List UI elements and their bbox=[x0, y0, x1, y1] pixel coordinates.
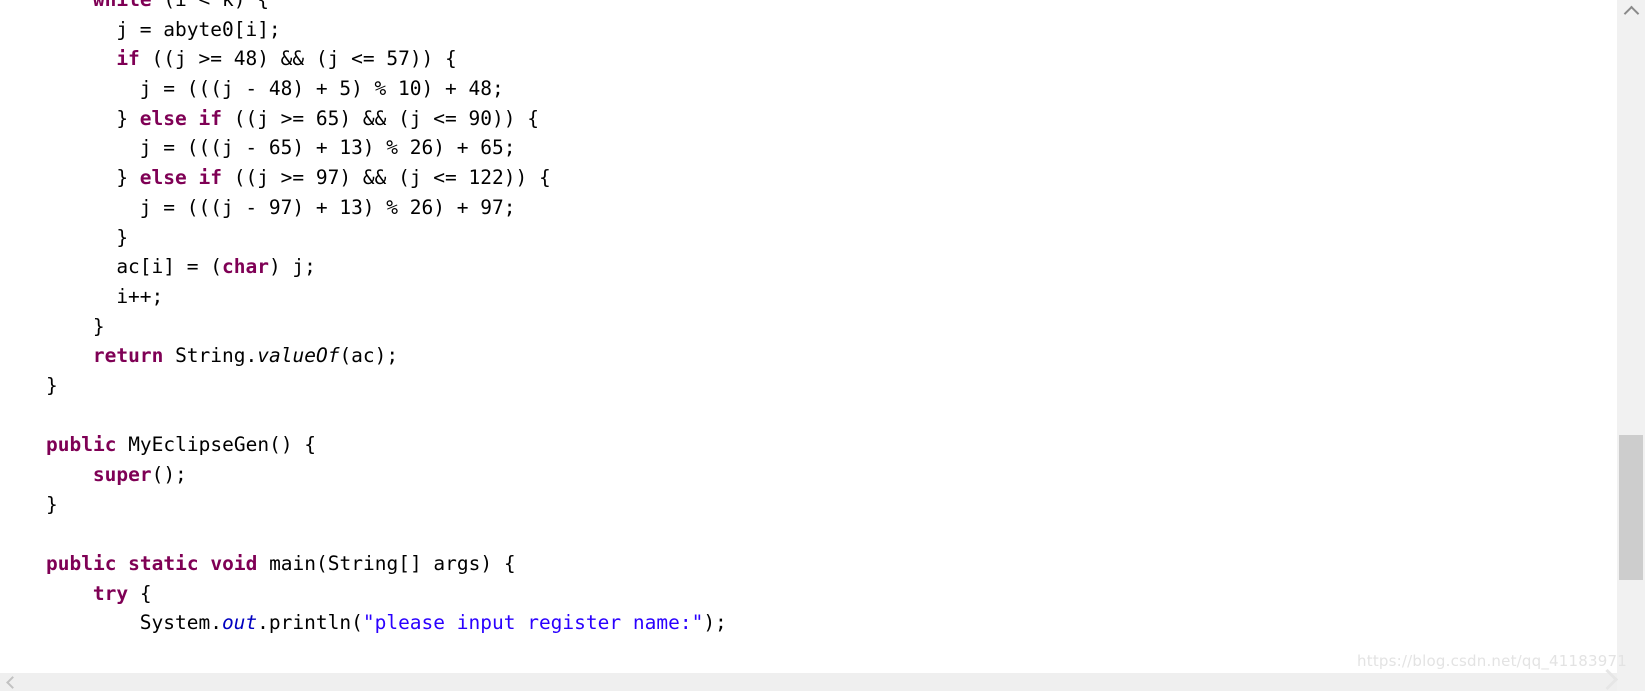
code-line[interactable]: j = (((j - 65) + 13) % 26) + 65; bbox=[0, 133, 727, 163]
screenshot-viewport: while (i < k) { j = abyte0[i]; if ((j >= 4… bbox=[0, 0, 1645, 691]
code-token: j = (((j - 48) + 5) % 10) + 48; bbox=[139, 77, 504, 101]
vertical-scrollbar-thumb[interactable] bbox=[1619, 435, 1643, 580]
code-token: else if bbox=[139, 166, 222, 190]
code-line[interactable]: j = (((j - 48) + 5) % 10) + 48; bbox=[0, 74, 727, 104]
code-token: } bbox=[116, 106, 140, 130]
code-token: public static void bbox=[46, 552, 258, 576]
code-token: i++; bbox=[116, 284, 164, 308]
code-token: ac[i] = ( bbox=[116, 255, 222, 279]
code-line[interactable]: while (i < k) { bbox=[0, 0, 727, 15]
code-token: return bbox=[92, 344, 164, 368]
code-token: ((j >= 65) && (j <= 90)) { bbox=[221, 106, 539, 130]
code-token: j = (((j - 65) + 13) % 26) + 65; bbox=[139, 136, 516, 160]
code-lines-container: while (i < k) { j = abyte0[i]; if ((j >= 4… bbox=[0, 0, 727, 638]
code-token: "please input register name:" bbox=[362, 611, 704, 635]
code-token: char bbox=[221, 255, 269, 279]
code-token: } bbox=[92, 314, 105, 338]
code-token: (ac); bbox=[339, 344, 399, 368]
code-token: } bbox=[116, 166, 140, 190]
code-line[interactable]: i++; bbox=[0, 282, 727, 312]
code-token: .println( bbox=[257, 611, 363, 635]
scroll-up-button[interactable] bbox=[1617, 0, 1645, 22]
code-line[interactable]: ac[i] = (char) j; bbox=[0, 252, 727, 282]
code-line[interactable]: public MyEclipseGen() { bbox=[0, 430, 727, 460]
chevron-left-icon bbox=[6, 675, 19, 689]
code-token: ((j >= 97) && (j <= 122)) { bbox=[221, 166, 551, 190]
code-token: j = (((j - 97) + 13) % 26) + 97; bbox=[139, 195, 516, 219]
code-token: ((j >= 48) && (j <= 57)) { bbox=[139, 47, 457, 71]
code-token: main(String[] args) { bbox=[257, 552, 516, 576]
code-line[interactable]: } else if ((j >= 97) && (j <= 122)) { bbox=[0, 163, 727, 193]
code-token: (); bbox=[151, 463, 187, 486]
code-line[interactable] bbox=[0, 401, 727, 431]
code-editor-area[interactable]: while (i < k) { j = abyte0[i]; if ((j >= 4… bbox=[0, 0, 1617, 673]
code-line[interactable]: j = (((j - 97) + 13) % 26) + 97; bbox=[0, 193, 727, 223]
code-token: } bbox=[116, 225, 129, 249]
code-token: } bbox=[46, 373, 58, 397]
code-line[interactable]: return String.valueOf(ac); bbox=[0, 341, 727, 371]
code-line[interactable]: try { bbox=[0, 579, 727, 609]
code-line[interactable] bbox=[0, 519, 727, 549]
code-token: (i < k) { bbox=[152, 0, 269, 11]
horizontal-scrollbar[interactable] bbox=[0, 673, 1617, 691]
code-line[interactable]: } bbox=[0, 371, 727, 401]
code-token: else if bbox=[139, 106, 222, 130]
code-line[interactable]: j = abyte0[i]; bbox=[0, 15, 727, 45]
code-line[interactable]: super(); bbox=[0, 460, 727, 490]
code-token: } bbox=[46, 492, 58, 516]
code-token: j = abyte0[i]; bbox=[116, 17, 281, 41]
code-token: ) j; bbox=[268, 255, 316, 279]
code-line[interactable]: } bbox=[0, 490, 727, 520]
code-token: if bbox=[116, 47, 140, 71]
code-token: ); bbox=[703, 611, 727, 635]
scrollbar-corner bbox=[1617, 673, 1645, 691]
code-line[interactable]: if ((j >= 48) && (j <= 57)) { bbox=[0, 44, 727, 74]
code-token: System. bbox=[139, 611, 222, 635]
code-token: valueOf bbox=[257, 344, 340, 368]
code-token: MyEclipseGen() { bbox=[116, 433, 317, 457]
vertical-scrollbar[interactable] bbox=[1617, 0, 1645, 691]
code-token: super bbox=[92, 463, 152, 486]
code-token: while bbox=[93, 0, 152, 11]
code-line[interactable]: public static void main(String[] args) { bbox=[0, 549, 727, 579]
code-token: String. bbox=[163, 344, 258, 368]
code-line[interactable]: } else if ((j >= 65) && (j <= 90)) { bbox=[0, 104, 727, 134]
code-token: { bbox=[128, 581, 152, 605]
code-line[interactable]: } bbox=[0, 312, 727, 342]
code-line[interactable]: } bbox=[0, 223, 727, 253]
chevron-up-icon bbox=[1623, 5, 1639, 21]
code-line[interactable]: System.out.println("please input registe… bbox=[0, 608, 727, 638]
vertical-scrollbar-track[interactable] bbox=[1617, 22, 1645, 669]
code-token: public bbox=[46, 433, 117, 457]
code-token: out bbox=[221, 611, 258, 635]
code-token: try bbox=[92, 581, 129, 605]
scroll-left-button[interactable] bbox=[0, 673, 22, 691]
